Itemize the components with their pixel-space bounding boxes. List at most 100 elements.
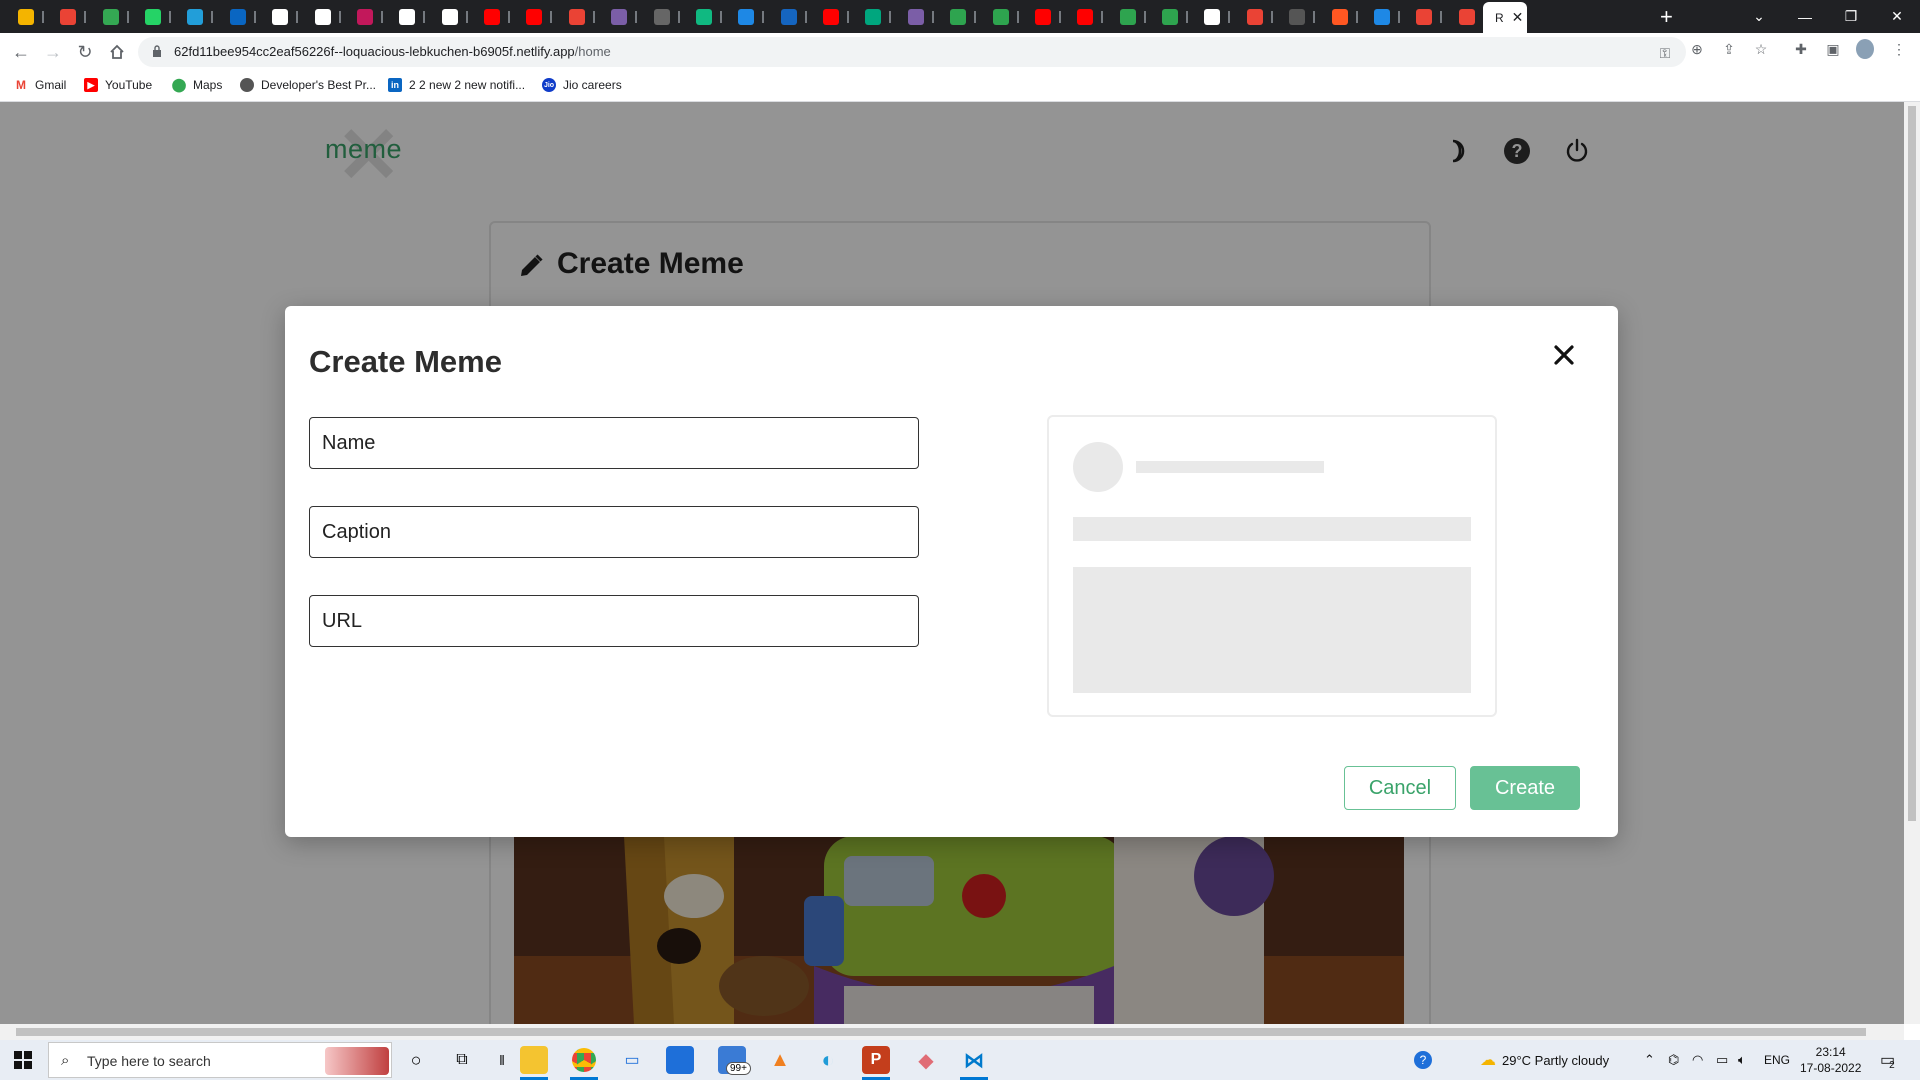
browser-tab[interactable] (95, 4, 129, 30)
browser-tab[interactable] (264, 4, 299, 30)
weather-widget[interactable]: ☁ 29°C Partly cloudy (1480, 1040, 1609, 1080)
bookmark-gmail[interactable]: M Gmail (14, 78, 66, 92)
tab-separator (1440, 11, 1443, 23)
side-panel-icon[interactable]: ▣ (1824, 40, 1842, 58)
restore-button[interactable]: ❐ (1828, 0, 1874, 33)
powerpoint-icon[interactable]: P (862, 1046, 890, 1074)
taskbar-search-box[interactable]: ⌕ Type here to search (48, 1042, 392, 1078)
git-icon[interactable]: ◆ (912, 1046, 940, 1074)
browser-tab[interactable] (1366, 4, 1400, 30)
browser-tab[interactable] (518, 4, 553, 30)
browser-tab[interactable] (1239, 4, 1273, 30)
chrome-icon[interactable] (570, 1046, 598, 1074)
zoom-icon[interactable]: ⊕ (1688, 40, 1706, 58)
windows-start-icon[interactable] (14, 1051, 32, 1069)
browser-tab[interactable] (857, 4, 892, 30)
scroll-thumb[interactable] (1908, 106, 1916, 821)
bookmark-maps[interactable]: ⬤ Maps (172, 77, 222, 92)
browser-tab[interactable] (476, 4, 511, 30)
url-input[interactable] (309, 595, 919, 647)
browser-tab[interactable] (1112, 4, 1146, 30)
notification-center-icon[interactable]: ▭ 2 (1880, 1040, 1895, 1080)
create-button[interactable]: Create (1470, 766, 1580, 810)
back-button[interactable]: ← (9, 40, 33, 64)
browser-tab[interactable] (688, 4, 722, 30)
close-icon[interactable] (1549, 340, 1579, 370)
tab-favicon-icon (441, 9, 458, 25)
browser-tab[interactable] (137, 4, 172, 30)
browser-tab[interactable] (307, 4, 341, 30)
reload-button[interactable]: ↻ (73, 40, 97, 64)
language-indicator[interactable]: ENG (1764, 1040, 1790, 1080)
forward-button[interactable]: → (41, 40, 65, 64)
volume-icon[interactable]: 🔈︎ (1738, 1040, 1746, 1080)
browser-tab[interactable] (222, 4, 256, 30)
browser-tab[interactable] (815, 4, 850, 30)
browser-tab[interactable] (179, 4, 214, 30)
browser-tab[interactable] (1324, 4, 1358, 30)
browser-tab[interactable] (391, 4, 426, 30)
store-icon[interactable] (666, 1046, 694, 1074)
browser-tab[interactable] (1154, 4, 1189, 30)
vertical-scrollbar[interactable] (1904, 102, 1920, 1024)
browser-tab[interactable] (349, 4, 383, 30)
browser-tab[interactable] (1027, 4, 1061, 30)
browser-tab[interactable] (561, 4, 595, 30)
vlc-icon[interactable]: ▲ (766, 1046, 794, 1074)
cancel-button[interactable]: Cancel (1344, 766, 1456, 810)
tab-separator (550, 11, 553, 23)
browser-tab[interactable] (1069, 4, 1104, 30)
address-bar[interactable]: 62fd11bee954cc2eaf56226f--loquacious-leb… (138, 37, 1686, 67)
close-window-button[interactable]: ✕ (1874, 0, 1920, 33)
browser-tab[interactable] (985, 4, 1019, 30)
browser-tab[interactable] (1281, 4, 1316, 30)
browser-tab[interactable] (646, 4, 680, 30)
caption-input[interactable] (309, 506, 919, 558)
horizontal-scrollbar[interactable] (0, 1024, 1904, 1040)
bookmark-jio[interactable]: Jio Jio careers (542, 78, 622, 92)
browser-tab[interactable] (52, 4, 87, 30)
computer-icon[interactable]: ▭ (618, 1046, 646, 1074)
name-input[interactable] (309, 417, 919, 469)
network-icon[interactable]: ⌬ (1668, 1040, 1679, 1080)
browser-tab[interactable] (1408, 4, 1443, 30)
help-tray-icon[interactable]: ? (1414, 1040, 1432, 1080)
browser-tab[interactable] (773, 4, 807, 30)
divider-icon: ‖ (499, 1052, 505, 1068)
browser-tab[interactable] (730, 4, 765, 30)
menu-icon[interactable]: ⋮ (1890, 40, 1908, 58)
browser-tab[interactable] (603, 4, 638, 30)
new-tab-button[interactable]: + (1660, 4, 1673, 30)
browser-tab[interactable] (1451, 4, 1485, 30)
key-icon[interactable]: ⚿ (1656, 44, 1674, 62)
browser-tab[interactable] (10, 4, 44, 30)
browser-tab[interactable] (434, 4, 468, 30)
tab-separator (84, 11, 87, 23)
home-button[interactable] (105, 40, 129, 64)
wifi-icon[interactable]: ◠ (1692, 1040, 1703, 1080)
extensions-icon[interactable]: ✚ (1792, 40, 1810, 58)
active-tab[interactable]: R ✕ (1483, 2, 1527, 33)
tab-favicon-icon (1119, 9, 1136, 25)
task-view-icon[interactable]: ⧉ (448, 1046, 476, 1074)
minimize-button[interactable]: — (1782, 0, 1828, 33)
bookmark-youtube[interactable]: ▶ YouTube (84, 78, 152, 92)
cortana-icon[interactable]: ○ (402, 1046, 430, 1074)
share-icon[interactable]: ⇪ (1720, 40, 1738, 58)
browser-tab[interactable] (900, 4, 934, 30)
close-tab-icon[interactable]: ✕ (1512, 9, 1524, 26)
battery-icon[interactable]: ▭ (1716, 1040, 1728, 1080)
bookmark-developer[interactable]: Developer's Best Pr... (240, 78, 376, 92)
bookmark-linkedin[interactable]: in 2 2 new 2 new notifi... (388, 78, 525, 92)
file-explorer-icon[interactable] (520, 1046, 548, 1074)
profile-avatar[interactable] (1856, 39, 1874, 59)
vscode-icon[interactable]: ⋈ (960, 1046, 988, 1074)
scroll-thumb[interactable] (16, 1028, 1866, 1036)
clock[interactable]: 23:14 17-08-2022 (1800, 1040, 1861, 1080)
browser-tab[interactable] (1196, 4, 1231, 30)
chevron-up-icon[interactable]: ⌃ (1644, 1040, 1655, 1080)
edge-icon[interactable]: ◐ (814, 1046, 842, 1074)
browser-tab[interactable] (942, 4, 977, 30)
bookmark-star-icon[interactable]: ☆ (1752, 40, 1770, 58)
tab-search-icon[interactable]: ⌄ (1736, 0, 1782, 33)
